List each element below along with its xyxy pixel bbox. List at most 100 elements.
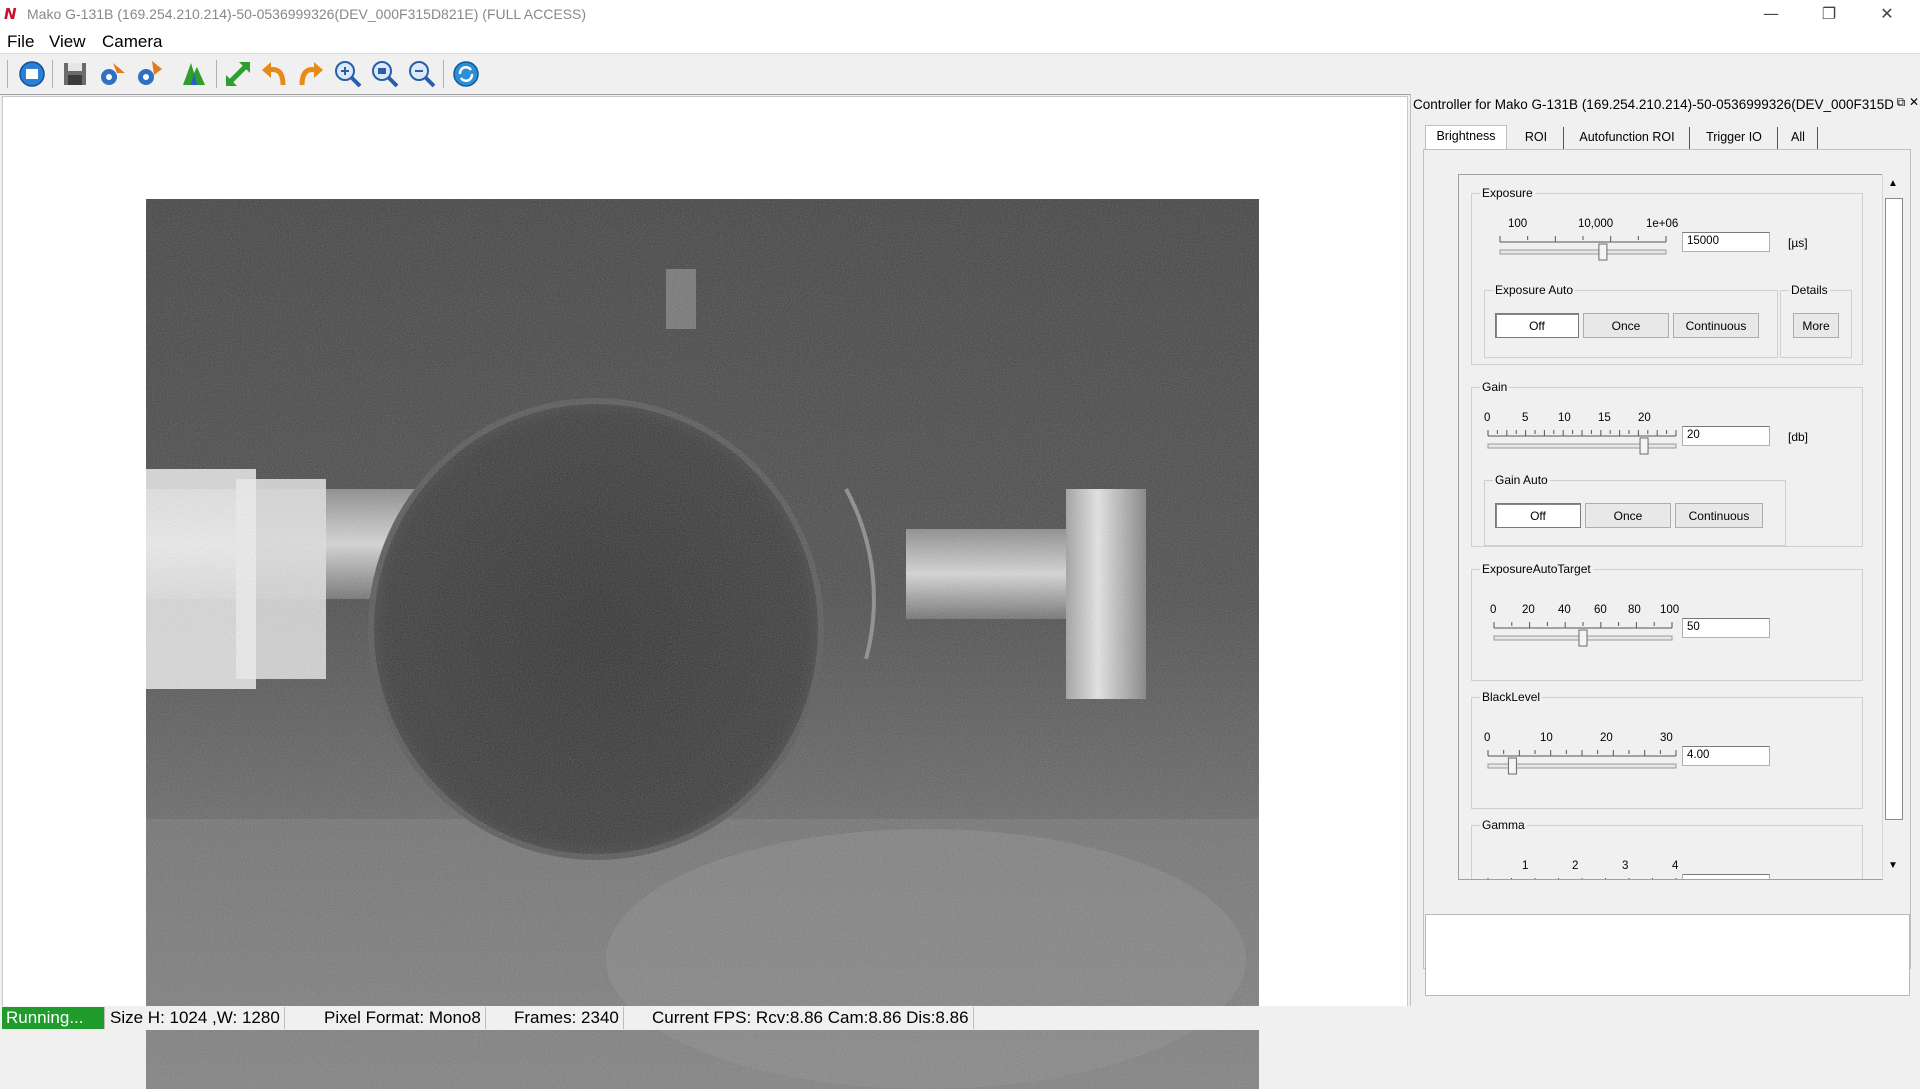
menu-bar: File View Camera xyxy=(0,29,1920,54)
save-settings-icon[interactable] xyxy=(134,59,164,89)
tick-label: 40 xyxy=(1558,604,1571,616)
tick-label: 1 xyxy=(1522,860,1529,872)
exposure-auto-target-group: ExposureAutoTarget 0 20 40 60 80 100 50 xyxy=(1471,562,1863,681)
details-label: Details xyxy=(1789,283,1830,297)
black-level-slider[interactable] xyxy=(1484,748,1680,776)
tick-label: 0 xyxy=(1490,604,1497,616)
window-title: Mako G-131B (169.254.210.214)-50-0536999… xyxy=(27,6,587,22)
toolbar-separator xyxy=(7,60,8,88)
tick-label: 10 xyxy=(1540,732,1553,744)
tick-label: 60 xyxy=(1594,604,1607,616)
tick-label: 0 xyxy=(1484,732,1491,744)
status-bar: Running... Size H: 1024 ,W: 1280 Pixel F… xyxy=(0,1006,1920,1030)
refresh-icon[interactable] xyxy=(451,59,481,89)
exposure-value-field[interactable]: 15000 xyxy=(1682,232,1770,252)
tick-label: 20 xyxy=(1600,732,1613,744)
zoom-fit-icon[interactable] xyxy=(370,59,400,89)
gain-auto-continuous-button[interactable]: Continuous xyxy=(1675,503,1763,528)
zoom-out-icon[interactable] xyxy=(407,59,437,89)
image-viewer[interactable] xyxy=(2,96,1408,1089)
tick-label: 100 xyxy=(1508,218,1528,230)
black-level-label: BlackLevel xyxy=(1480,690,1543,704)
undo-icon[interactable] xyxy=(259,59,289,89)
scroll-down-arrow-icon[interactable]: ▼ xyxy=(1888,860,1898,871)
exposure-auto-continuous-button[interactable]: Continuous xyxy=(1673,313,1759,338)
tick-label: 20 xyxy=(1638,412,1651,424)
restore-button[interactable]: ❐ xyxy=(1800,0,1858,29)
scroll-up-arrow-icon[interactable]: ▲ xyxy=(1888,178,1898,189)
tick-label: 100 xyxy=(1660,604,1680,616)
tab-brightness[interactable]: Brightness xyxy=(1425,125,1507,151)
redo-icon[interactable] xyxy=(296,59,326,89)
title-bar: N Mako G-131B (169.254.210.214)-50-05369… xyxy=(0,0,1920,29)
close-button[interactable]: ✕ xyxy=(1858,0,1916,29)
tab-trigger-io[interactable]: Trigger IO xyxy=(1691,127,1778,150)
app-logo-icon: N xyxy=(4,5,17,23)
status-running: Running... xyxy=(2,1007,105,1029)
slider-thumb xyxy=(1578,629,1588,647)
camera-image xyxy=(146,199,1259,1089)
status-pixel-format: Pixel Format: Mono8 xyxy=(320,1007,486,1029)
minimize-button[interactable]: — xyxy=(1742,0,1800,29)
feature-description-box xyxy=(1425,914,1910,996)
exposure-label: Exposure xyxy=(1480,186,1535,200)
exposure-unit: [µs] xyxy=(1788,236,1808,250)
toolbar-separator xyxy=(52,60,53,88)
tick-label: 5 xyxy=(1522,412,1529,424)
tick-label: 10,000 xyxy=(1578,218,1614,230)
exposure-auto-off-button[interactable]: Off xyxy=(1495,313,1579,338)
brightness-panel: Exposure 100 10,000 1e+06 15000 [µs] Exp… xyxy=(1423,149,1911,969)
gain-auto-off-button[interactable]: Off xyxy=(1495,503,1581,528)
tab-autofunction-roi[interactable]: Autofunction ROI xyxy=(1565,127,1690,150)
gain-group: Gain 0 5 10 15 20 20 [db] Gain Auto Off … xyxy=(1471,380,1863,547)
exposure-auto-target-label: ExposureAutoTarget xyxy=(1480,562,1593,576)
save-icon[interactable] xyxy=(60,59,90,89)
gain-auto-label: Gain Auto xyxy=(1493,473,1550,487)
controller-title: Controller for Mako G-131B (169.254.210.… xyxy=(1413,97,1893,112)
exposure-auto-group: Exposure Auto Off Once Continuous xyxy=(1484,283,1778,358)
tick-label: 1e+06 xyxy=(1646,218,1679,230)
gain-auto-group: Gain Auto Off Once Continuous xyxy=(1484,473,1786,546)
gamma-slider[interactable] xyxy=(1484,876,1680,880)
slider-thumb xyxy=(1598,243,1608,261)
histogram-icon[interactable] xyxy=(179,59,209,89)
controller-panel: Controller for Mako G-131B (169.254.210.… xyxy=(1410,94,1920,1006)
black-level-value-field[interactable]: 4.00 xyxy=(1682,746,1770,766)
open-settings-icon[interactable] xyxy=(97,59,127,89)
freerun-icon[interactable] xyxy=(17,59,47,89)
status-size: Size H: 1024 ,W: 1280 xyxy=(106,1007,285,1029)
gain-auto-once-button[interactable]: Once xyxy=(1585,503,1671,528)
exposure-details-group: Details More xyxy=(1780,283,1852,358)
status-frames: Frames: 2340 xyxy=(510,1007,624,1029)
toolbar xyxy=(0,54,1920,95)
gain-unit: [db] xyxy=(1788,430,1809,444)
controller-dock-buttons[interactable]: ⧉ ✕ xyxy=(1897,95,1919,110)
menu-camera[interactable]: Camera xyxy=(102,32,162,52)
tab-roi[interactable]: ROI xyxy=(1509,127,1564,150)
black-level-group: BlackLevel 0 10 20 30 4.00 xyxy=(1471,690,1863,809)
toolbar-separator xyxy=(216,60,217,88)
exposure-more-button[interactable]: More xyxy=(1793,313,1839,338)
gamma-value-field[interactable] xyxy=(1682,874,1770,879)
feature-scroll-area[interactable]: Exposure 100 10,000 1e+06 15000 [µs] Exp… xyxy=(1458,174,1883,880)
menu-view[interactable]: View xyxy=(49,32,86,52)
exposure-auto-target-slider[interactable] xyxy=(1490,620,1676,648)
menu-file[interactable]: File xyxy=(7,32,34,52)
fit-window-icon[interactable] xyxy=(223,59,253,89)
gain-slider[interactable] xyxy=(1484,428,1680,456)
exposure-auto-target-value-field[interactable]: 50 xyxy=(1682,618,1770,638)
tick-label: 15 xyxy=(1598,412,1611,424)
toolbar-separator xyxy=(443,60,444,88)
scrollbar-thumb[interactable] xyxy=(1885,198,1903,820)
gain-label: Gain xyxy=(1480,380,1510,394)
gamma-label: Gamma xyxy=(1480,818,1527,832)
vertical-scrollbar[interactable]: ▲ ▼ xyxy=(1882,174,1903,878)
slider-thumb xyxy=(1507,757,1517,775)
zoom-in-icon[interactable] xyxy=(333,59,363,89)
tick-label: 0 xyxy=(1484,412,1491,424)
tab-all[interactable]: All xyxy=(1779,127,1818,150)
exposure-auto-once-button[interactable]: Once xyxy=(1583,313,1669,338)
exposure-slider[interactable] xyxy=(1496,234,1670,262)
tick-label: 10 xyxy=(1558,412,1571,424)
gain-value-field[interactable]: 20 xyxy=(1682,426,1770,446)
